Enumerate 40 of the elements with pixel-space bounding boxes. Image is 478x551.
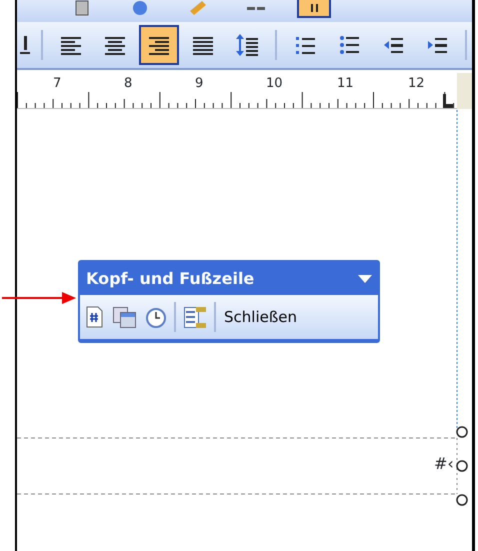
align-right-icon: [149, 36, 169, 54]
dash-icon: [247, 6, 265, 10]
close-button[interactable]: Schließen: [222, 306, 300, 328]
decrease-indent-icon: [384, 38, 402, 52]
ruler-number: 12: [408, 77, 425, 90]
page-setup-button[interactable]: [182, 306, 208, 328]
align-left-icon: [61, 36, 81, 54]
dropdown-icon[interactable]: [358, 274, 372, 282]
ruler-margin: [457, 73, 472, 109]
clock-icon: [146, 308, 166, 328]
align-center-icon: [105, 36, 125, 54]
resize-handle-icon: [456, 494, 468, 506]
pause-button[interactable]: [297, 0, 331, 18]
increase-indent-icon: [428, 38, 446, 52]
numbered-list-icon: [296, 36, 314, 54]
circle-icon: [133, 1, 147, 15]
document-icon: [75, 0, 89, 16]
pencil-icon: [190, 1, 206, 15]
resize-handle-icon: [456, 426, 468, 438]
clock-button[interactable]: [144, 306, 168, 328]
bullet-list-icon: [340, 36, 358, 54]
ruler-number: 11: [337, 77, 354, 90]
justify-icon: [193, 36, 213, 54]
line-spacing-icon: [236, 34, 258, 56]
page-setup-icon: [184, 307, 206, 328]
page-number-icon: [86, 306, 103, 328]
ruler-number: 10: [266, 77, 283, 90]
align-right-button[interactable]: [139, 25, 179, 65]
resize-handle-icon: [456, 460, 468, 472]
ruler-number: 7: [53, 77, 62, 90]
ruler-number: 8: [124, 77, 132, 90]
page-count-button[interactable]: [111, 306, 138, 328]
pause-icon: [310, 4, 318, 12]
tab-stop-icon: [443, 94, 453, 108]
underline-icon: [20, 36, 30, 54]
footer-field-text: #‹: [434, 453, 454, 475]
ruler-number: 9: [195, 77, 204, 90]
toolbar-title: Kopf- und Fußzeile: [86, 268, 254, 290]
page-count-icon: [113, 307, 136, 328]
page-number-button[interactable]: [84, 306, 105, 328]
